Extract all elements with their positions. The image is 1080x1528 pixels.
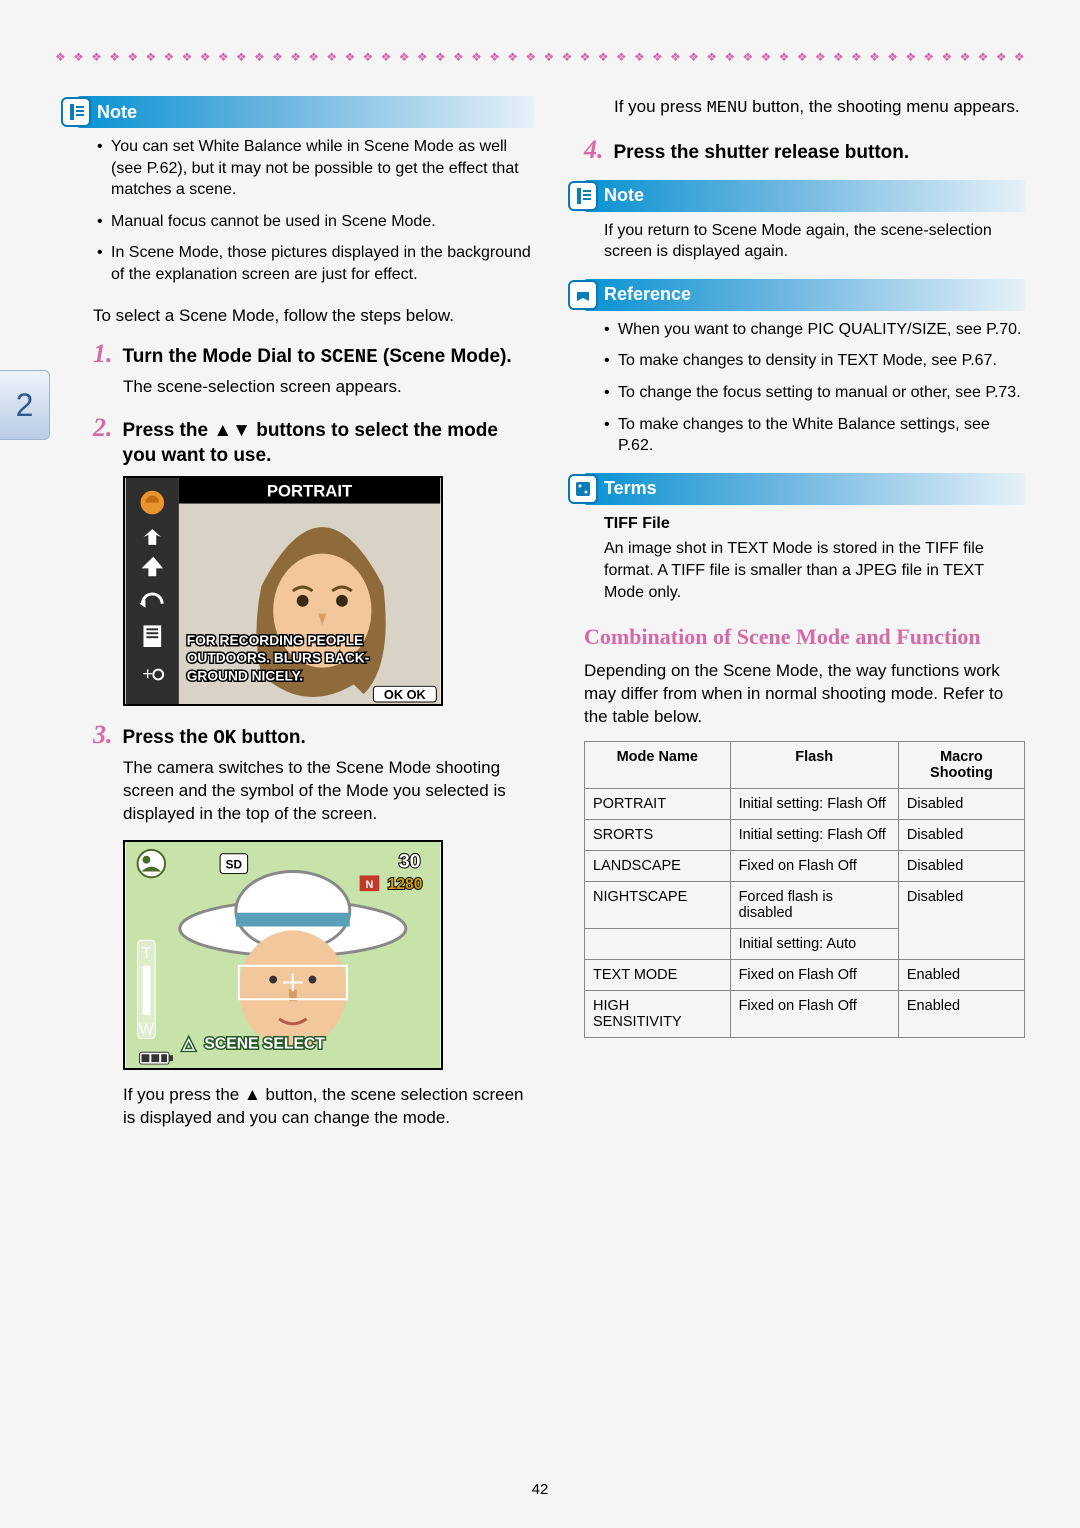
step-title-text: Turn the Mode Dial to bbox=[123, 346, 321, 367]
svg-text:SD: SD bbox=[226, 858, 243, 871]
scene-select-illustration: + PORTRAIT FOR RECORDING PEOPLE OUTDOORS… bbox=[123, 476, 443, 706]
table-header: Macro Shooting bbox=[898, 741, 1024, 788]
table-row: TEXT MODEFixed on Flash OffEnabled bbox=[585, 959, 1025, 990]
left-column: Note You can set White Balance while in … bbox=[55, 96, 534, 1144]
note-item: In Scene Mode, those pictures displayed … bbox=[97, 242, 534, 285]
terms-subtitle: TIFF File bbox=[604, 513, 1025, 535]
step-after-text: If you press MENU button, the shooting m… bbox=[614, 96, 1025, 121]
scene-function-table: Mode Name Flash Macro Shooting PORTRAITI… bbox=[584, 741, 1025, 1038]
step-body: The scene-selection screen appears. bbox=[123, 376, 534, 399]
step-after-text: If you press the ▲ button, the scene sel… bbox=[123, 1084, 534, 1130]
note-icon bbox=[61, 97, 91, 127]
reference-item: When you want to change PIC QUALITY/SIZE… bbox=[604, 319, 1025, 341]
note-callout: Note You can set White Balance while in … bbox=[77, 96, 534, 286]
svg-text:PORTRAIT: PORTRAIT bbox=[267, 482, 353, 501]
lead-text: To select a Scene Mode, follow the steps… bbox=[93, 304, 534, 328]
reference-item: To make changes to density in TEXT Mode,… bbox=[604, 350, 1025, 372]
step-title-text: Press the shutter release button. bbox=[614, 141, 910, 166]
step-title-text: (Scene Mode). bbox=[378, 346, 512, 367]
chapter-tab: 2 bbox=[0, 370, 50, 440]
step-title-text: Press the ▲▼ buttons to select the mode … bbox=[123, 419, 535, 468]
step-4: 4. Press the shutter release button. bbox=[584, 135, 1025, 166]
step-3: 3. Press the OK button. The camera switc… bbox=[93, 720, 534, 1129]
svg-text:FOR RECORDING PEOPLE: FOR RECORDING PEOPLE bbox=[187, 633, 363, 648]
svg-text:SCENE SELECT: SCENE SELECT bbox=[204, 1035, 325, 1052]
table-row: PORTRAITInitial setting: Flash OffDisabl… bbox=[585, 788, 1025, 819]
note-body: If you return to Scene Mode again, the s… bbox=[584, 220, 1025, 263]
terms-body: An image shot in TEXT Mode is stored in … bbox=[604, 538, 1025, 603]
table-header: Mode Name bbox=[585, 741, 731, 788]
note-item: Manual focus cannot be used in Scene Mod… bbox=[97, 211, 534, 233]
svg-text:OUTDOORS. BLURS BACK-: OUTDOORS. BLURS BACK- bbox=[187, 651, 370, 666]
svg-text:+: + bbox=[142, 664, 152, 684]
svg-text:30: 30 bbox=[399, 850, 421, 872]
step-number: 3. bbox=[93, 720, 113, 750]
decor-diamonds: ❖ ❖ ❖ ❖ ❖ ❖ ❖ ❖ ❖ ❖ ❖ ❖ ❖ ❖ ❖ ❖ ❖ ❖ ❖ ❖ … bbox=[55, 50, 1025, 64]
svg-text:△: △ bbox=[182, 1035, 196, 1052]
reference-item: To change the focus setting to manual or… bbox=[604, 382, 1025, 404]
table-row: SRORTSInitial setting: Flash OffDisabled bbox=[585, 819, 1025, 850]
table-row: LANDSCAPEFixed on Flash OffDisabled bbox=[585, 850, 1025, 881]
step-number: 2. bbox=[93, 413, 113, 443]
reference-icon bbox=[568, 280, 598, 310]
terms-callout: Terms TIFF File An image shot in TEXT Mo… bbox=[584, 473, 1025, 603]
step-1: 1. Turn the Mode Dial to SCENE (Scene Mo… bbox=[93, 339, 534, 399]
step-title-mono: OK bbox=[213, 727, 236, 749]
step-title-mono: SCENE bbox=[321, 346, 378, 368]
svg-text:N: N bbox=[366, 879, 374, 891]
table-row: NIGHTSCAPEForced flash is disabledDisabl… bbox=[585, 881, 1025, 928]
page-number: 42 bbox=[0, 1481, 1080, 1498]
svg-text:W: W bbox=[139, 1021, 154, 1038]
svg-text:GROUND NICELY.: GROUND NICELY. bbox=[187, 669, 303, 684]
svg-text:OK OK: OK OK bbox=[384, 687, 427, 702]
table-header: Flash bbox=[730, 741, 898, 788]
shooting-screen-illustration: SD 30 N 1280 T W △ bbox=[123, 840, 443, 1070]
section-title: Combination of Scene Mode and Function bbox=[584, 623, 1025, 652]
right-column: If you press MENU button, the shooting m… bbox=[584, 96, 1025, 1144]
reference-label: Reference bbox=[604, 284, 691, 305]
reference-callout: Reference When you want to change PIC QU… bbox=[584, 279, 1025, 457]
note-label: Note bbox=[97, 102, 137, 123]
section-body: Depending on the Scene Mode, the way fun… bbox=[584, 660, 1025, 729]
table-row: HIGH SENSITIVITYFixed on Flash OffEnable… bbox=[585, 990, 1025, 1037]
terms-icon bbox=[568, 474, 598, 504]
note-icon bbox=[568, 181, 598, 211]
note-item: You can set White Balance while in Scene… bbox=[97, 136, 534, 201]
reference-item: To make changes to the White Balance set… bbox=[604, 414, 1025, 457]
terms-label: Terms bbox=[604, 478, 657, 499]
step-title-text: Press the bbox=[123, 727, 214, 748]
note-label: Note bbox=[604, 185, 644, 206]
step-title-text: button. bbox=[236, 727, 306, 748]
svg-text:1280: 1280 bbox=[388, 876, 423, 893]
step-number: 1. bbox=[93, 339, 113, 369]
step-number: 4. bbox=[584, 135, 604, 165]
step-2: 2. Press the ▲▼ buttons to select the mo… bbox=[93, 413, 534, 706]
note-callout: Note If you return to Scene Mode again, … bbox=[584, 180, 1025, 263]
step-body: The camera switches to the Scene Mode sh… bbox=[123, 757, 534, 826]
svg-text:T: T bbox=[142, 945, 152, 962]
